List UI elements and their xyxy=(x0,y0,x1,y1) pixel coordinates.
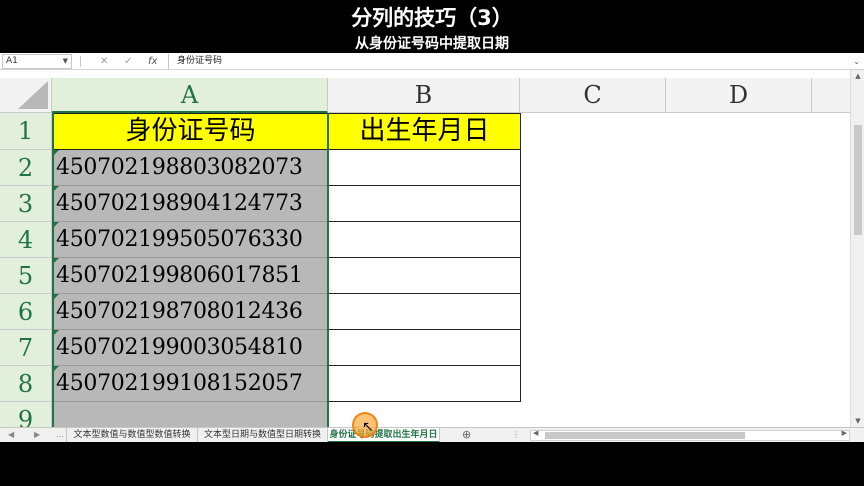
select-all-button[interactable] xyxy=(0,78,52,113)
insert-function-icon[interactable]: fx xyxy=(148,54,157,69)
cell-a7[interactable]: 450702199003054810 xyxy=(52,330,328,366)
prev-sheet-icon[interactable]: ◀ xyxy=(8,428,14,442)
video-subtitle: 从身份证号码中提取日期 xyxy=(355,36,509,52)
expand-formula-bar-icon[interactable]: ⌄ xyxy=(853,54,860,69)
cancel-icon[interactable]: ✕ xyxy=(100,54,108,69)
tab-sheet-1[interactable]: 文本型数值与数值型数值转换 xyxy=(66,428,198,442)
column-header-c[interactable]: C xyxy=(520,78,666,113)
row-header-4[interactable]: 4 xyxy=(0,222,52,258)
tab-sheet-2[interactable]: 文本型日期与数值型日期转换 xyxy=(198,428,328,442)
cell-b8[interactable] xyxy=(328,366,521,402)
cell-a7-value: 450702199003054810 xyxy=(56,335,303,360)
cell-a8-value: 450702199108152057 xyxy=(56,371,303,396)
excel-window: A1 ▼ ✕ ✓ fx 身份证号码 ⌄ A B C D 1 2 3 4 5 6 … xyxy=(0,53,864,442)
row-header-2[interactable]: 2 xyxy=(0,150,52,186)
error-indicator-icon xyxy=(52,150,59,157)
cell-b2[interactable] xyxy=(328,150,521,186)
row-header-7[interactable]: 7 xyxy=(0,330,52,366)
row-header-9[interactable]: 9 xyxy=(0,402,52,427)
chevron-down-icon[interactable]: ▼ xyxy=(63,55,68,68)
row-header-8[interactable]: 8 xyxy=(0,366,52,402)
error-indicator-icon xyxy=(52,294,59,301)
row-header-3[interactable]: 3 xyxy=(0,186,52,222)
tab-sheet-3[interactable]: 身份证号码提取出生年月日 xyxy=(328,428,440,442)
error-indicator-icon xyxy=(52,258,59,265)
cell-b3[interactable] xyxy=(328,186,521,222)
more-sheets-icon[interactable]: … xyxy=(56,428,64,442)
cell-a2[interactable]: 450702198803082073 xyxy=(52,150,328,186)
column-header-a[interactable]: A xyxy=(52,78,328,113)
cell-a4[interactable]: 450702199505076330 xyxy=(52,222,328,258)
formula-bar-divider xyxy=(80,56,81,67)
cell-b5[interactable] xyxy=(328,258,521,294)
cell-a5-value: 450702199806017851 xyxy=(56,263,303,288)
error-indicator-icon xyxy=(52,330,59,337)
sheet-tabs-bar: ◀ ▶ … 文本型数值与数值型数值转换 文本型日期与数值型日期转换 身份证号码提… xyxy=(0,427,864,442)
cell-b7[interactable] xyxy=(328,330,521,366)
cell-a3-value: 450702198904124773 xyxy=(56,191,303,216)
name-box-value: A1 xyxy=(6,56,18,66)
scroll-left-icon[interactable]: ◀ xyxy=(533,429,538,437)
scroll-right-icon[interactable]: ▶ xyxy=(842,429,847,437)
cell-a2-value: 450702198803082073 xyxy=(56,155,303,180)
cell-a9[interactable] xyxy=(52,402,328,427)
vertical-scrollbar[interactable]: ▲ ▼ xyxy=(850,70,864,427)
mouse-cursor-icon: ↖ xyxy=(362,419,374,435)
error-indicator-icon xyxy=(52,186,59,193)
name-box[interactable]: A1 ▼ xyxy=(2,54,72,69)
error-indicator-icon xyxy=(52,366,59,373)
row-header-6[interactable]: 6 xyxy=(0,294,52,330)
scroll-down-icon[interactable]: ▼ xyxy=(851,417,864,425)
column-header-d[interactable]: D xyxy=(666,78,812,113)
row-header-1[interactable]: 1 xyxy=(0,113,52,150)
next-sheet-icon[interactable]: ▶ xyxy=(34,428,40,442)
worksheet-grid[interactable]: A B C D 1 2 3 4 5 6 7 8 9 身份证号码 出生年月日 45… xyxy=(0,78,850,427)
tabs-splitter-icon[interactable]: ⋮ xyxy=(512,428,520,442)
row-header-5[interactable]: 5 xyxy=(0,258,52,294)
enter-icon[interactable]: ✓ xyxy=(124,54,132,69)
add-sheet-icon[interactable]: ⊕ xyxy=(462,428,471,442)
select-all-triangle-icon xyxy=(18,81,48,109)
column-header-b[interactable]: B xyxy=(328,78,520,113)
error-indicator-icon xyxy=(52,222,59,229)
horizontal-scrollbar[interactable]: ◀ ▶ xyxy=(530,429,850,441)
cell-a6-value: 450702198708012436 xyxy=(56,299,303,324)
cell-a6[interactable]: 450702198708012436 xyxy=(52,294,328,330)
vertical-scroll-thumb[interactable] xyxy=(854,125,862,235)
horizontal-scroll-thumb[interactable] xyxy=(545,432,745,439)
cell-a4-value: 450702199505076330 xyxy=(56,227,303,252)
column-header-e[interactable] xyxy=(812,78,850,113)
cell-a8[interactable]: 450702199108152057 xyxy=(52,366,328,402)
cell-a1[interactable]: 身份证号码 xyxy=(52,113,329,150)
cell-b6[interactable] xyxy=(328,294,521,330)
formula-bar: A1 ▼ ✕ ✓ fx 身份证号码 ⌄ xyxy=(0,53,864,70)
cell-a5[interactable]: 450702199806017851 xyxy=(52,258,328,294)
video-title: 分列的技巧（3） xyxy=(351,6,513,30)
cell-a3[interactable]: 450702198904124773 xyxy=(52,186,328,222)
cell-b4[interactable] xyxy=(328,222,521,258)
formula-input[interactable]: 身份证号码 xyxy=(168,54,848,69)
scroll-up-icon[interactable]: ▲ xyxy=(851,72,864,80)
cell-b1[interactable]: 出生年月日 xyxy=(328,113,521,150)
